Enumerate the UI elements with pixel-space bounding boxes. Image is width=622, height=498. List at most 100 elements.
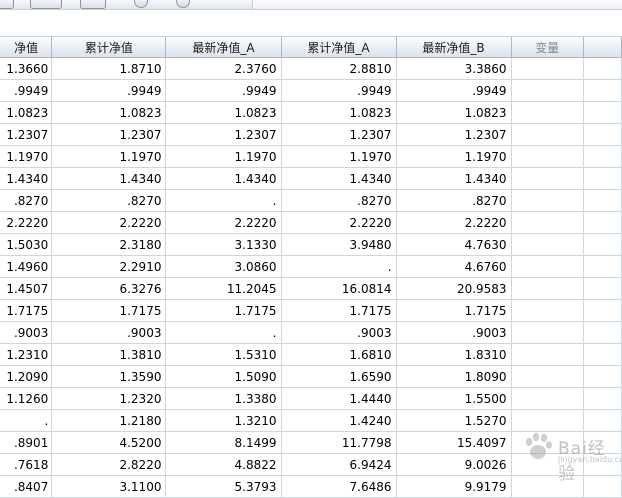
grid-cell[interactable]: 1.5500	[396, 387, 512, 410]
grid-cell[interactable]: 1.0823	[281, 101, 397, 124]
grid-cell[interactable]: 1.3660	[0, 57, 53, 80]
grid-cell[interactable]: .8407	[0, 475, 53, 498]
toolbar-button-1[interactable]	[0, 0, 14, 9]
grid-cell[interactable]: .8270	[396, 189, 512, 212]
column-header-1[interactable]: 累计净值	[51, 37, 167, 58]
grid-cell[interactable]	[583, 57, 622, 80]
grid-cell[interactable]: 1.7175	[281, 299, 397, 322]
grid-cell[interactable]: 1.2307	[165, 123, 282, 146]
grid-cell[interactable]: 1.1970	[165, 145, 282, 168]
grid-cell[interactable]	[511, 387, 584, 410]
grid-cell[interactable]: 1.4440	[281, 387, 397, 410]
grid-cell[interactable]: .8270	[0, 189, 53, 212]
grid-cell[interactable]: 1.5030	[0, 233, 53, 256]
grid-cell[interactable]	[511, 57, 584, 80]
grid-cell[interactable]: 1.3380	[165, 387, 282, 410]
grid-cell[interactable]: 6.3276	[51, 277, 167, 300]
column-header-4[interactable]: 最新净值_B	[396, 37, 512, 58]
grid-cell[interactable]: 11.2045	[165, 277, 282, 300]
grid-cell[interactable]	[583, 255, 622, 278]
grid-cell[interactable]: 15.4097	[396, 431, 512, 454]
grid-cell[interactable]: 1.1970	[396, 145, 512, 168]
grid-cell[interactable]: 1.2307	[281, 123, 397, 146]
grid-cell[interactable]: 3.3860	[396, 57, 512, 80]
grid-cell[interactable]: 1.4340	[51, 167, 167, 190]
grid-cell[interactable]: 2.2220	[51, 211, 167, 234]
grid-cell[interactable]: 1.4960	[0, 255, 53, 278]
grid-cell[interactable]: .9003	[51, 321, 167, 344]
grid-cell[interactable]: 11.7798	[281, 431, 397, 454]
toolbar-button-3[interactable]	[80, 0, 106, 9]
grid-cell[interactable]: .7618	[0, 453, 53, 476]
grid-cell[interactable]: 4.6760	[396, 255, 512, 278]
grid-cell[interactable]: 1.7175	[165, 299, 282, 322]
grid-cell[interactable]	[583, 167, 622, 190]
cell-editor-bar[interactable]	[0, 10, 622, 37]
grid-cell[interactable]: 1.4507	[0, 277, 53, 300]
grid-cell[interactable]	[583, 79, 622, 102]
grid-cell[interactable]: 1.2307	[0, 123, 53, 146]
grid-cell[interactable]: 1.0823	[0, 101, 53, 124]
grid-cell[interactable]: .9003	[396, 321, 512, 344]
grid-cell[interactable]: 1.7175	[396, 299, 512, 322]
toolbar-round-button-1[interactable]	[134, 0, 148, 8]
grid-cell[interactable]	[583, 189, 622, 212]
grid-cell[interactable]	[583, 299, 622, 322]
grid-cell[interactable]: 1.1970	[51, 145, 167, 168]
grid-cell[interactable]: .9003	[0, 321, 53, 344]
toolbar-button-2[interactable]	[30, 0, 62, 9]
grid-cell[interactable]: 3.1330	[165, 233, 282, 256]
column-header-5[interactable]: 变量	[511, 37, 584, 58]
grid-cell[interactable]	[583, 101, 622, 124]
grid-cell[interactable]: .9003	[281, 321, 397, 344]
grid-cell[interactable]: .8270	[281, 189, 397, 212]
grid-cell[interactable]: 1.2320	[51, 387, 167, 410]
grid-cell[interactable]: .8901	[0, 431, 53, 454]
grid-cell[interactable]: 1.8310	[396, 343, 512, 366]
grid-cell[interactable]: 2.8220	[51, 453, 167, 476]
column-header-2[interactable]: 最新净值_A	[165, 37, 282, 58]
grid-cell[interactable]	[583, 321, 622, 344]
grid-cell[interactable]: .9949	[396, 79, 512, 102]
grid-cell[interactable]: .9949	[165, 79, 282, 102]
grid-cell[interactable]: 5.3793	[165, 475, 282, 498]
grid-cell[interactable]: 8.1499	[165, 431, 282, 454]
toolbar-round-button-2[interactable]	[176, 0, 190, 8]
grid-cell[interactable]: 1.0823	[396, 101, 512, 124]
grid-cell[interactable]: 9.0026	[396, 453, 512, 476]
grid-cell[interactable]: 1.7175	[0, 299, 53, 322]
grid-cell[interactable]	[511, 123, 584, 146]
grid-cell[interactable]: 1.2307	[396, 123, 512, 146]
grid-cell[interactable]: 2.2220	[0, 211, 53, 234]
grid-cell[interactable]: .9949	[51, 79, 167, 102]
grid-cell[interactable]: 3.1100	[51, 475, 167, 498]
grid-cell[interactable]	[511, 365, 584, 388]
grid-cell[interactable]: 7.6486	[281, 475, 397, 498]
grid-cell[interactable]: 2.2220	[396, 211, 512, 234]
grid-cell[interactable]	[583, 211, 622, 234]
grid-cell[interactable]	[511, 299, 584, 322]
grid-cell[interactable]: 1.3590	[51, 365, 167, 388]
grid-cell[interactable]: 1.7175	[51, 299, 167, 322]
grid-cell[interactable]: 1.1970	[281, 145, 397, 168]
grid-cell[interactable]	[511, 101, 584, 124]
grid-cell[interactable]: 1.1260	[0, 387, 53, 410]
grid-cell[interactable]: 20.9583	[396, 277, 512, 300]
grid-cell[interactable]: 1.5090	[165, 365, 282, 388]
grid-cell[interactable]	[511, 189, 584, 212]
grid-cell[interactable]: 6.9424	[281, 453, 397, 476]
grid-cell[interactable]	[511, 233, 584, 256]
grid-cell[interactable]: 1.4340	[396, 167, 512, 190]
grid-cell[interactable]: 2.8810	[281, 57, 397, 80]
grid-cell[interactable]	[583, 365, 622, 388]
grid-cell[interactable]: 1.4240	[281, 409, 397, 432]
grid-cell[interactable]: 2.3760	[165, 57, 282, 80]
grid-cell[interactable]: 1.8090	[396, 365, 512, 388]
grid-cell[interactable]: 1.5310	[165, 343, 282, 366]
grid-cell[interactable]: 4.8822	[165, 453, 282, 476]
grid-cell[interactable]: 1.6810	[281, 343, 397, 366]
column-header-6[interactable]	[583, 37, 622, 58]
grid-cell[interactable]: 4.7630	[396, 233, 512, 256]
grid-cell[interactable]: 4.5200	[51, 431, 167, 454]
grid-cell[interactable]: 3.9480	[281, 233, 397, 256]
